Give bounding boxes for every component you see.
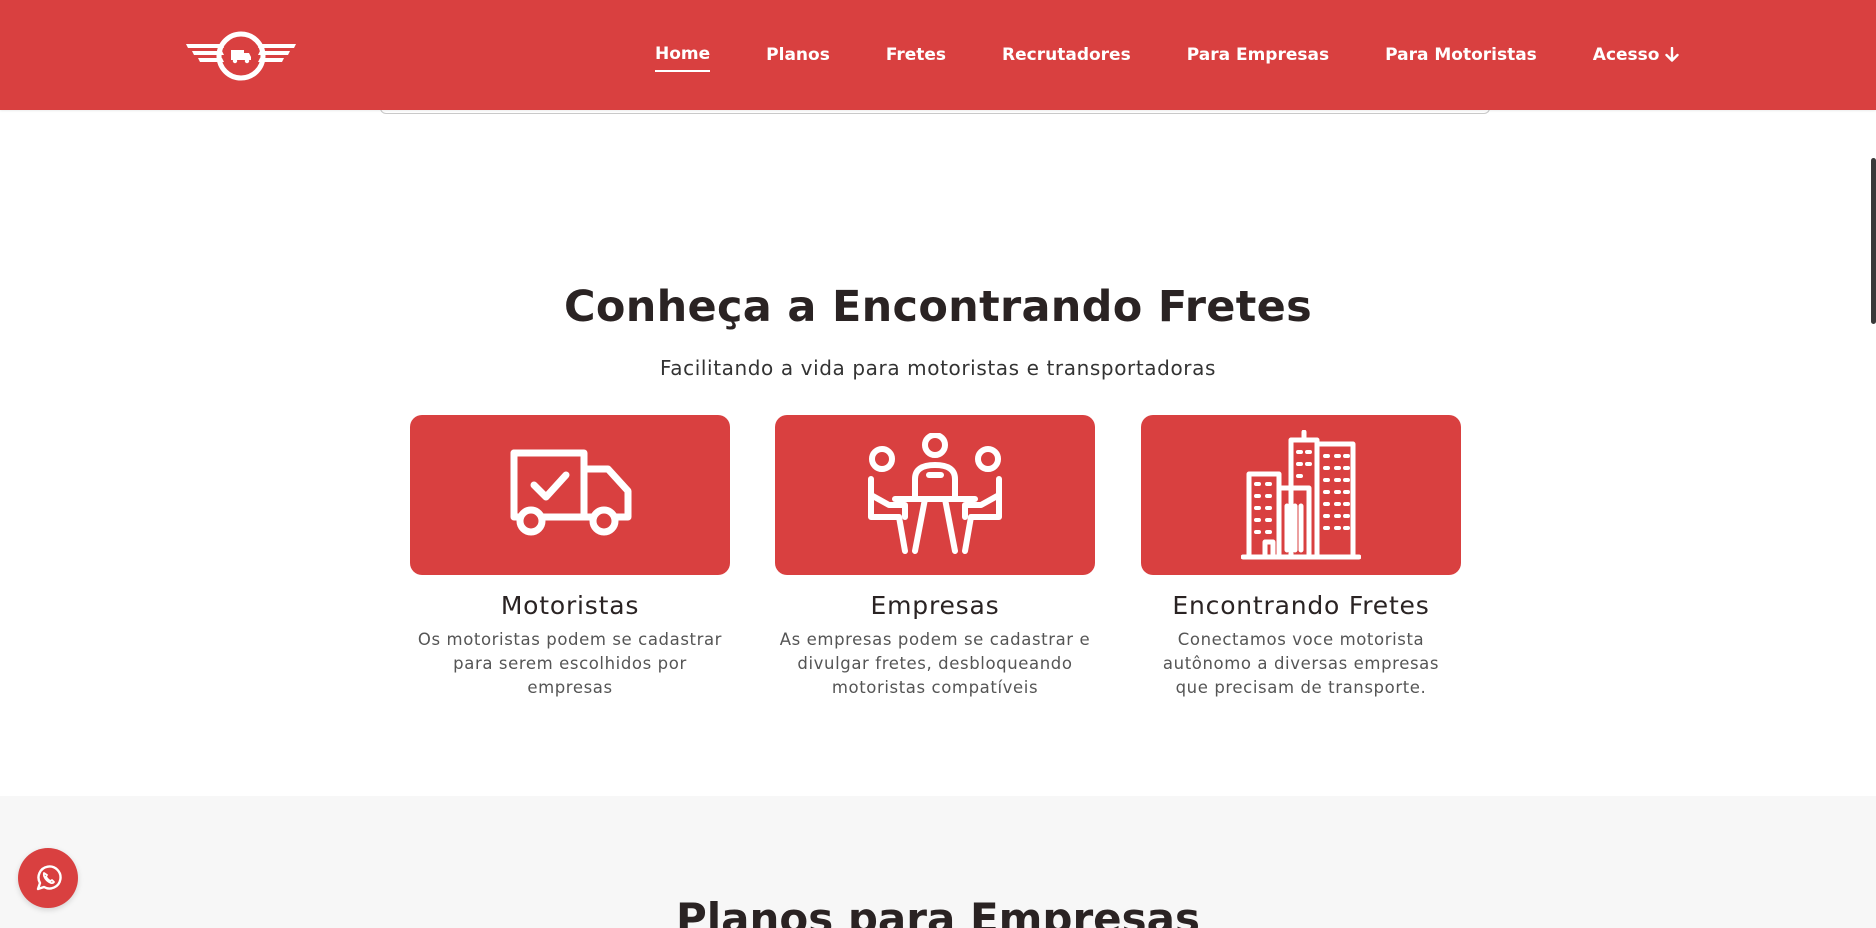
nav-home[interactable]: Home <box>655 44 711 72</box>
nav-acesso[interactable]: Acesso <box>1593 45 1680 65</box>
top-navbar: Home Planos Fretes Recrutadores Para Emp… <box>0 0 1876 110</box>
nav-para-motoristas[interactable]: Para Motoristas <box>1385 45 1537 65</box>
nav-para-empresas[interactable]: Para Empresas <box>1187 45 1329 65</box>
card-title: Empresas <box>870 591 1000 620</box>
buildings-icon <box>1241 430 1361 560</box>
card-icon-box <box>410 415 730 575</box>
truck-check-icon <box>510 449 632 536</box>
whatsapp-icon <box>36 865 62 891</box>
main-nav: Home Planos Fretes Recrutadores Para Emp… <box>655 0 1735 110</box>
nav-recrutadores[interactable]: Recrutadores <box>1002 45 1131 65</box>
card-text: As empresas podem se cadastrar e divulga… <box>779 630 1091 697</box>
about-title: Conheça a Encontrando Fretes <box>564 282 1312 332</box>
card-icon-box <box>775 415 1095 575</box>
card-text: Os motoristas podem se cadastrar para se… <box>417 630 723 697</box>
card-motoristas: Motoristas Os motoristas podem se cadast… <box>410 415 730 700</box>
meeting-people-icon <box>868 433 1002 554</box>
nav-planos[interactable]: Planos <box>766 45 830 65</box>
card-title: Encontrando Fretes <box>1172 591 1430 620</box>
nav-fretes[interactable]: Fretes <box>886 45 946 65</box>
nav-acesso-label: Acesso <box>1592 45 1660 65</box>
whatsapp-button[interactable] <box>18 848 78 908</box>
site-logo[interactable] <box>184 30 298 82</box>
card-encontrando-fretes: Encontrando Fretes Conectamos voce motor… <box>1141 415 1461 700</box>
about-subtitle: Facilitando a vida para motoristas e tra… <box>660 356 1216 380</box>
card-icon-box <box>1141 415 1461 575</box>
card-title: Motoristas <box>500 591 640 620</box>
card-empresas: Empresas As empresas podem se cadastrar … <box>775 415 1095 700</box>
plans-title: Planos para Empresas <box>675 894 1201 928</box>
arrow-down-icon <box>1665 47 1680 62</box>
card-text: Conectamos voce motorista autônomo a div… <box>1162 630 1440 697</box>
